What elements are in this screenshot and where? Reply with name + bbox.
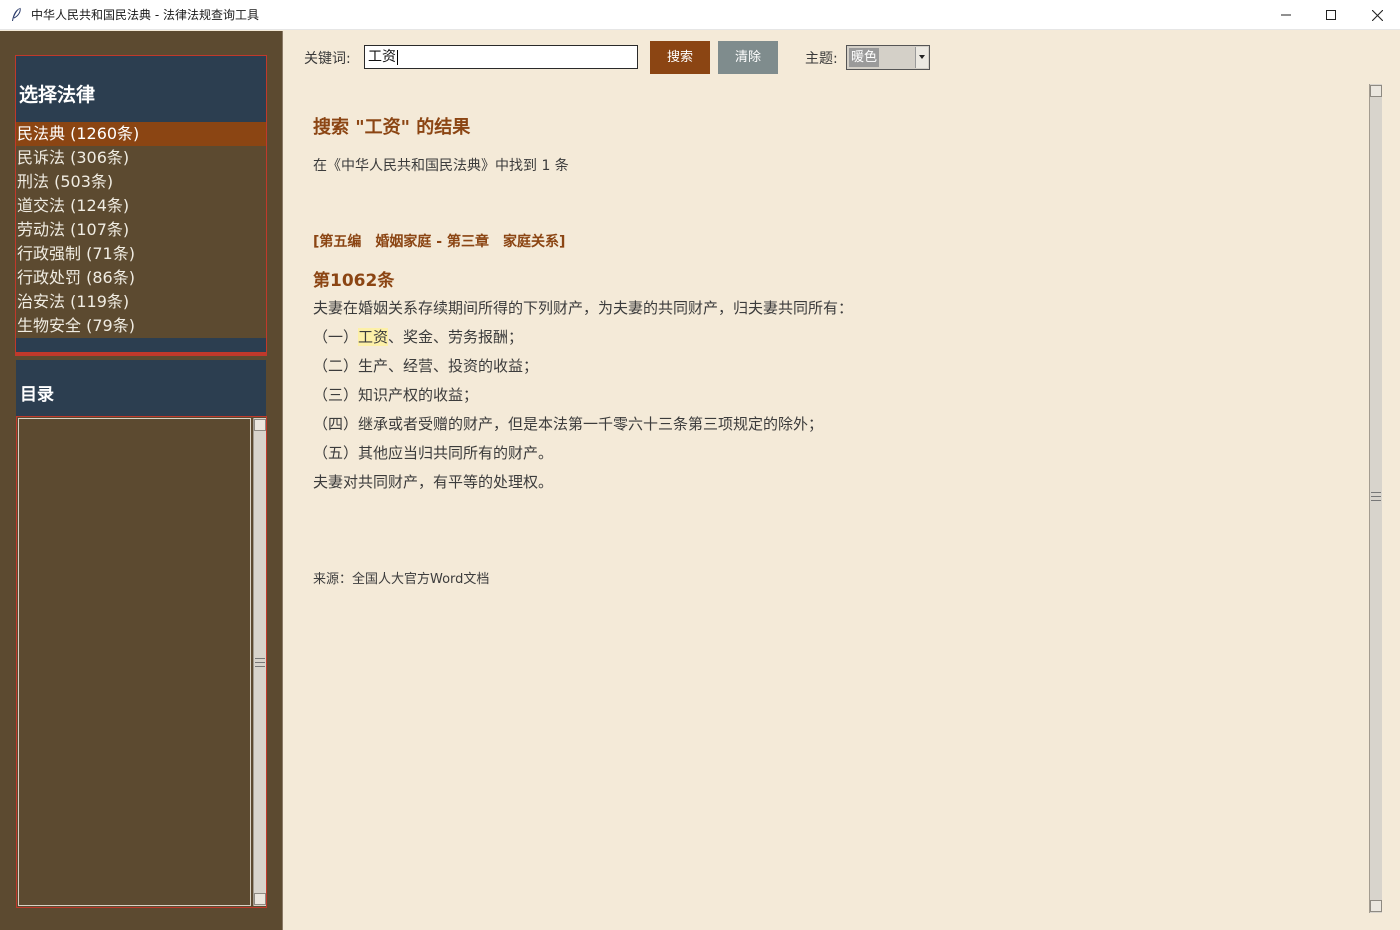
minimize-icon xyxy=(1281,14,1291,16)
law-item-admin-penalty[interactable]: 行政处罚 (86条) xyxy=(16,266,266,290)
chevron-down-icon[interactable] xyxy=(915,47,928,68)
toc-scroll-down[interactable] xyxy=(254,893,266,905)
item-1-prefix: （一） xyxy=(313,328,359,346)
law-list[interactable]: 民法典 (1260条) 民诉法 (306条) 刑法 (503条) 道交法 (12… xyxy=(16,122,266,338)
clear-button[interactable]: 清除 xyxy=(718,41,778,74)
result-summary: 在《中华人民共和国民法典》中找到 1 条 xyxy=(313,158,569,174)
maximize-icon xyxy=(1326,10,1336,20)
law-item-admin-enforcement[interactable]: 行政强制 (71条) xyxy=(16,242,266,266)
law-item-public-security[interactable]: 治安法 (119条) xyxy=(16,290,266,314)
toc-panel xyxy=(16,416,267,908)
law-item-labor-law[interactable]: 劳动法 (107条) xyxy=(16,218,266,242)
toc-scrollbar[interactable] xyxy=(253,418,266,906)
toc-title: 目录 xyxy=(20,385,54,405)
article-item-5: （五）其他应当归共同所有的财产。 xyxy=(313,444,554,462)
source-note: 来源：全国人大官方Word文档 xyxy=(313,572,490,587)
toc-scroll-grip[interactable] xyxy=(255,658,265,667)
text-caret xyxy=(397,49,398,65)
content-scroll-grip[interactable] xyxy=(1371,492,1381,501)
law-item-civil-procedure[interactable]: 民诉法 (306条) xyxy=(16,146,266,170)
theme-select[interactable]: 暖色 xyxy=(846,45,930,70)
feather-icon xyxy=(9,7,23,23)
article-item-2: （二）生产、经营、投资的收益； xyxy=(313,357,539,375)
keyword-input[interactable]: 工资 xyxy=(364,45,638,69)
toc-list[interactable] xyxy=(18,418,251,906)
article-intro: 夫妻在婚姻关系存续期间所得的下列财产，为夫妻的共同财产，归夫妻共同所有： xyxy=(313,299,854,317)
law-panel-header: 选择法律 xyxy=(16,56,266,122)
article-closing: 夫妻对共同财产，有平等的处理权。 xyxy=(313,473,554,491)
article-item-4: （四）继承或者受赠的财产，但是本法第一千零六十三条第三项规定的除外； xyxy=(313,415,824,433)
article-item-1: （一）工资、奖金、劳务报酬； xyxy=(313,326,523,347)
theme-label: 主题: xyxy=(805,51,838,67)
theme-select-value: 暖色 xyxy=(849,48,880,67)
title-bar: 中华人民共和国民法典 - 法律法规查询工具 xyxy=(0,0,1400,30)
article-item-3: （三）知识产权的收益； xyxy=(313,386,479,404)
result-title: 搜索 "工资" 的结果 xyxy=(313,117,471,138)
content-scroll-up[interactable] xyxy=(1370,85,1382,97)
law-item-biosecurity[interactable]: 生物安全 (79条) xyxy=(16,314,266,338)
toc-scroll-up[interactable] xyxy=(254,419,266,431)
window-title: 中华人民共和国民法典 - 法律法规查询工具 xyxy=(31,8,259,22)
law-panel: 选择法律 民法典 (1260条) 民诉法 (306条) 刑法 (503条) 道交… xyxy=(15,55,267,356)
article-number: 第1062条 xyxy=(313,271,395,291)
keyword-label: 关键词: xyxy=(304,51,351,67)
item-1-rest: 、奖金、劳务报酬； xyxy=(388,328,524,346)
content-scroll-down[interactable] xyxy=(1370,900,1382,912)
close-icon xyxy=(1371,9,1383,21)
law-item-criminal-law[interactable]: 刑法 (503条) xyxy=(16,170,266,194)
content-scrollbar[interactable] xyxy=(1369,84,1382,913)
keyword-input-value: 工资 xyxy=(368,49,396,65)
toc-header: 目录 xyxy=(16,360,266,416)
law-item-civil-code[interactable]: 民法典 (1260条) xyxy=(16,122,266,146)
law-item-traffic-law[interactable]: 道交法 (124条) xyxy=(16,194,266,218)
close-button[interactable] xyxy=(1354,0,1400,30)
pane-divider[interactable] xyxy=(282,31,285,930)
maximize-button[interactable] xyxy=(1308,0,1354,30)
law-panel-divider xyxy=(16,352,266,355)
law-panel-title: 选择法律 xyxy=(19,84,96,106)
keyword-highlight: 工资 xyxy=(358,328,389,346)
minimize-button[interactable] xyxy=(1263,0,1309,30)
chapter-heading: [第五编 婚姻家庭 - 第三章 家庭关系] xyxy=(313,234,566,250)
search-button[interactable]: 搜索 xyxy=(650,41,710,74)
